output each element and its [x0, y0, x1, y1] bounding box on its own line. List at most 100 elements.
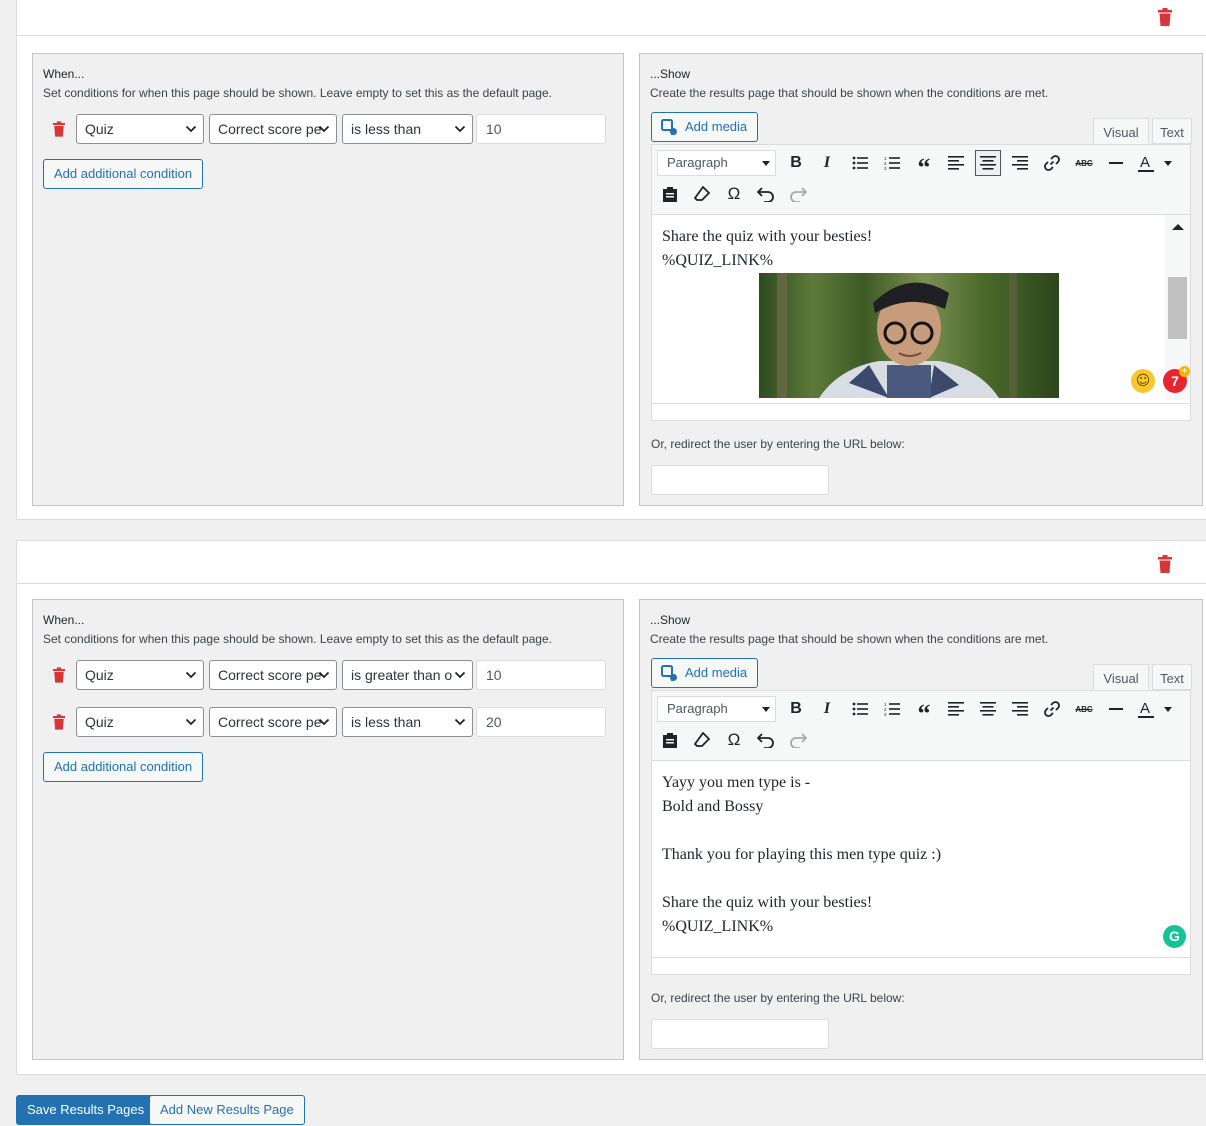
paste-text-icon[interactable] — [657, 727, 683, 753]
content-line — [662, 867, 1180, 891]
condition-value-input[interactable]: 10 — [476, 660, 606, 690]
numbered-list-icon[interactable]: 123 — [879, 696, 905, 722]
svg-text:A: A — [1140, 700, 1150, 717]
redo-icon[interactable] — [785, 727, 811, 753]
add-new-results-page-button[interactable]: Add New Results Page — [149, 1095, 305, 1125]
special-character-icon[interactable]: Ω — [721, 181, 747, 207]
editor-content[interactable]: Share the quiz with your besties! %QUIZ_… — [652, 215, 1190, 400]
align-center-icon[interactable] — [975, 150, 1001, 176]
when-title: When... — [43, 613, 85, 627]
editor-content[interactable]: Yayy you men type is - Bold and Bossy Th… — [652, 761, 1190, 956]
horizontal-line-icon[interactable] — [1103, 150, 1129, 176]
add-condition-button[interactable]: Add additional condition — [43, 752, 204, 782]
italic-icon[interactable]: I — [814, 150, 840, 176]
add-condition-button[interactable]: Add additional condition — [43, 159, 204, 189]
align-center-icon[interactable] — [975, 696, 1001, 722]
resize-handle[interactable] — [652, 957, 1190, 974]
condition-value-text: 20 — [486, 714, 502, 730]
delete-condition-trash-icon[interactable] — [53, 714, 65, 730]
undo-icon[interactable] — [753, 181, 779, 207]
strikethrough-icon[interactable]: ABC — [1071, 150, 1097, 176]
condition-operator-value: is less than — [351, 714, 422, 730]
delete-page-trash-icon[interactable] — [1158, 8, 1172, 26]
resize-handle[interactable] — [652, 403, 1190, 420]
italic-icon[interactable]: I — [814, 696, 840, 722]
content-line — [662, 819, 1180, 843]
special-character-icon[interactable]: Ω — [721, 727, 747, 753]
tab-visual[interactable]: Visual — [1093, 118, 1149, 144]
content-line: Share the quiz with your besties! — [662, 894, 873, 911]
condition-criteria-select[interactable]: Correct score pe — [209, 114, 337, 144]
scroll-thumb[interactable] — [1168, 277, 1187, 339]
condition-criteria-select[interactable]: Correct score pe — [209, 707, 337, 737]
condition-criteria-value: Correct score pe — [218, 121, 322, 137]
format-select[interactable]: Paragraph — [657, 150, 776, 176]
add-media-button[interactable]: Add media — [651, 658, 759, 688]
condition-source-value: Quiz — [85, 121, 114, 137]
text-color-icon[interactable]: A — [1135, 150, 1175, 176]
align-right-icon[interactable] — [1007, 150, 1033, 176]
redirect-url-input[interactable] — [651, 465, 829, 495]
delete-condition-trash-icon[interactable] — [53, 121, 65, 137]
align-left-icon[interactable] — [943, 696, 969, 722]
save-results-pages-button[interactable]: Save Results Pages — [16, 1095, 156, 1125]
clear-formatting-icon[interactable] — [689, 727, 715, 753]
bullet-list-icon[interactable] — [847, 150, 873, 176]
content-line: %QUIZ_LINK% — [662, 252, 774, 269]
show-panel: ...Show Create the results page that sho… — [639, 599, 1203, 1060]
condition-source-value: Quiz — [85, 714, 114, 730]
grammarly-icon[interactable]: G — [1163, 925, 1186, 948]
condition-operator-select[interactable]: is greater than o — [342, 660, 473, 690]
when-description: Set conditions for when this page should… — [43, 86, 552, 100]
bold-icon[interactable]: B — [783, 150, 809, 176]
condition-source-select[interactable]: Quiz — [76, 114, 204, 144]
blockquote-icon[interactable]: “ — [911, 696, 937, 728]
clear-formatting-icon[interactable] — [689, 181, 715, 207]
chevron-down-icon — [185, 669, 197, 681]
condition-criteria-select[interactable]: Correct score pe — [209, 660, 337, 690]
format-select[interactable]: Paragraph — [657, 696, 776, 722]
link-icon[interactable] — [1039, 696, 1065, 722]
scroll-up-arrow-icon[interactable] — [1172, 224, 1184, 230]
horizontal-line-icon[interactable] — [1103, 696, 1129, 722]
tab-text[interactable]: Text — [1152, 118, 1192, 144]
add-media-label: Add media — [685, 665, 748, 680]
strikethrough-icon[interactable]: ABC — [1071, 696, 1097, 722]
paste-text-icon[interactable] — [657, 181, 683, 207]
add-media-label: Add media — [685, 119, 748, 134]
link-icon[interactable] — [1039, 150, 1065, 176]
bold-icon[interactable]: B — [783, 696, 809, 722]
emoji-icon[interactable]: ☺ — [1131, 369, 1155, 393]
tab-visual[interactable]: Visual — [1093, 664, 1149, 690]
delete-page-trash-icon[interactable] — [1158, 555, 1172, 573]
redirect-label: Or, redirect the user by entering the UR… — [651, 991, 905, 1005]
redirect-label: Or, redirect the user by entering the UR… — [651, 437, 905, 451]
condition-source-select[interactable]: Quiz — [76, 707, 204, 737]
condition-operator-select[interactable]: is less than — [342, 707, 473, 737]
add-media-button[interactable]: Add media — [651, 112, 759, 142]
blockquote-icon[interactable]: “ — [911, 150, 937, 182]
media-icon — [661, 665, 677, 681]
redirect-url-input[interactable] — [651, 1019, 829, 1049]
align-right-icon[interactable] — [1007, 696, 1033, 722]
condition-value-input[interactable]: 10 — [476, 114, 606, 144]
condition-criteria-value: Correct score pe — [218, 667, 322, 683]
condition-operator-select[interactable]: is less than — [342, 114, 473, 144]
content-image — [759, 273, 1059, 398]
chevron-down-icon — [454, 716, 466, 728]
bullet-list-icon[interactable] — [847, 696, 873, 722]
results-page-card-2: When... Set conditions for when this pag… — [16, 540, 1206, 1075]
align-left-icon[interactable] — [943, 150, 969, 176]
redo-icon[interactable] — [785, 181, 811, 207]
undo-icon[interactable] — [753, 727, 779, 753]
condition-source-select[interactable]: Quiz — [76, 660, 204, 690]
delete-condition-trash-icon[interactable] — [53, 667, 65, 683]
condition-value-input[interactable]: 20 — [476, 707, 606, 737]
numbered-list-icon[interactable]: 123 — [879, 150, 905, 176]
tab-text[interactable]: Text — [1152, 664, 1192, 690]
chevron-down-icon — [454, 123, 466, 135]
show-title: ...Show — [650, 613, 691, 627]
text-color-icon[interactable]: A — [1135, 696, 1175, 722]
when-description: Set conditions for when this page should… — [43, 632, 552, 646]
svg-text:A: A — [1140, 154, 1150, 171]
